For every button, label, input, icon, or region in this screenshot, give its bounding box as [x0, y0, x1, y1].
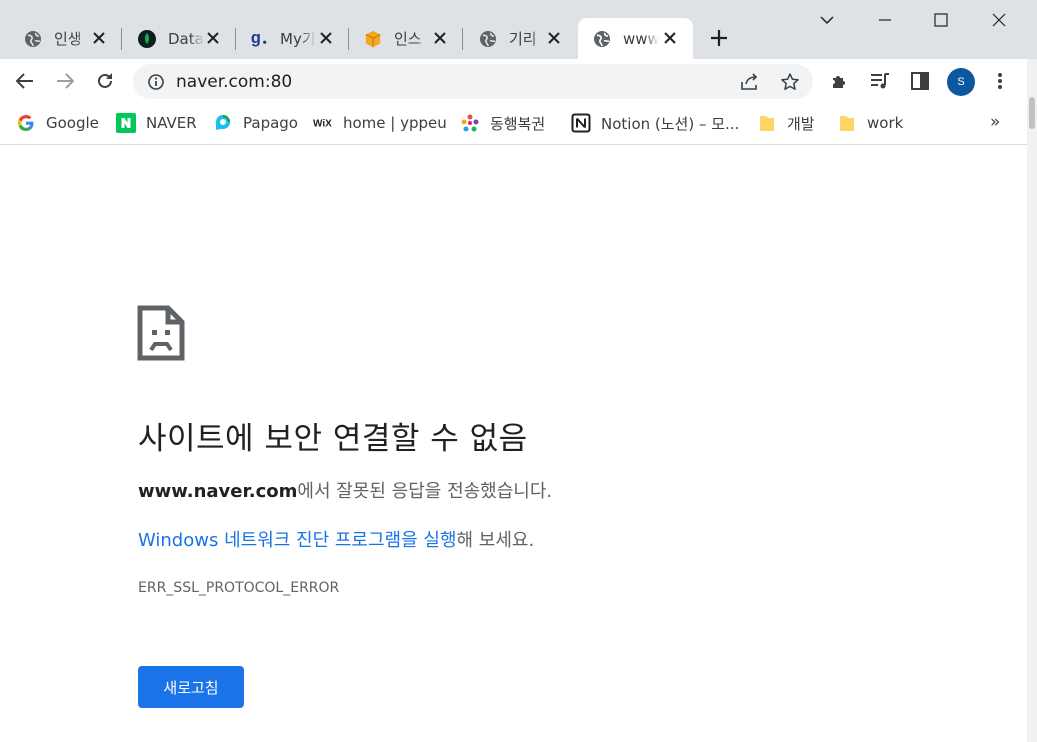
diagnostics-suffix: 해 보세요. — [456, 530, 535, 551]
more-menu-icon[interactable] — [988, 69, 1012, 93]
tab-2[interactable]: Data — [122, 18, 236, 59]
side-panel-icon[interactable] — [908, 69, 932, 93]
tab-title: My기 — [280, 30, 316, 48]
tab-title: 기리 — [509, 30, 537, 48]
bookmark-notion[interactable]: Notion (노션) – 모... — [571, 112, 739, 134]
url-text[interactable]: naver.com:80 — [176, 72, 292, 92]
vertical-scrollbar[interactable] — [1027, 59, 1037, 742]
globe-icon — [24, 30, 42, 48]
share-icon[interactable] — [738, 70, 762, 94]
bookmark-naver[interactable]: NAVER — [116, 112, 197, 134]
diagnostics-suggestion: Windows 네트워크 진단 프로그램을 실행해 보세요. — [138, 526, 534, 552]
diagnostics-link[interactable]: Windows 네트워크 진단 프로그램을 실행 — [138, 530, 457, 551]
extensions-puzzle-icon[interactable] — [828, 69, 852, 93]
tab-title: www — [623, 29, 659, 48]
bookmark-label: Google — [46, 114, 99, 132]
maximize-icon[interactable] — [929, 8, 953, 32]
tab-5[interactable]: 기리 — [463, 18, 577, 59]
bookmark-label: NAVER — [146, 114, 197, 132]
forward-arrow-icon[interactable] — [53, 69, 77, 93]
bookmark-label: home | yppeu — [343, 114, 447, 132]
tab-3[interactable]: g My기 — [236, 18, 349, 59]
bookmarks-overflow-chevron[interactable]: » — [990, 112, 1000, 132]
media-queue-icon[interactable] — [868, 69, 892, 93]
address-bar[interactable]: naver.com:80 — [133, 64, 813, 99]
close-window-icon[interactable] — [987, 8, 1011, 32]
mongodb-leaf-icon — [138, 29, 156, 48]
close-tab-icon[interactable] — [90, 29, 108, 47]
globe-icon — [479, 30, 497, 48]
bookmark-folder-dev[interactable]: 개발 — [757, 112, 815, 134]
bookmarks-bar: Google NAVER Papago WiX home | yppeu 동행복… — [0, 104, 1037, 145]
google-icon — [16, 113, 36, 133]
tab-title: Data — [168, 29, 204, 48]
g-logo-icon: g — [250, 29, 268, 48]
scrollbar-thumb[interactable] — [1029, 97, 1035, 129]
folder-icon — [837, 113, 857, 133]
tab-6-active[interactable]: www — [578, 18, 693, 59]
reload-icon[interactable] — [93, 69, 117, 93]
error-message: 에서 잘못된 응답을 전송했습니다. — [297, 481, 553, 502]
box-icon — [364, 30, 382, 48]
svg-text:WiX: WiX — [313, 119, 332, 129]
lottery-icon — [460, 113, 480, 133]
bookmark-lottery[interactable]: 동행복권 — [460, 112, 545, 134]
tab-title: 인생 — [54, 30, 82, 48]
svg-text:g: g — [251, 29, 261, 47]
bookmark-label: Notion (노션) – 모... — [601, 114, 740, 133]
bookmark-label: 동행복권 — [490, 114, 546, 133]
bookmark-folder-work[interactable]: work — [837, 112, 903, 134]
reload-button[interactable]: 새로고침 — [138, 666, 244, 708]
error-page: 사이트에 보안 연결할 수 없음 www.naver.com에서 잘못된 응답을… — [0, 145, 1027, 742]
bookmark-yppeu[interactable]: WiX home | yppeu — [313, 112, 447, 134]
bookmark-star-icon[interactable] — [778, 70, 802, 94]
back-arrow-icon[interactable] — [13, 69, 37, 93]
bookmark-label: Papago — [243, 114, 298, 132]
bookmark-label: work — [867, 114, 904, 132]
close-tab-icon[interactable] — [545, 29, 563, 47]
naver-icon — [116, 113, 136, 133]
notion-icon — [571, 113, 591, 133]
tab-title: 인스 — [394, 30, 422, 48]
bookmark-papago[interactable]: Papago — [213, 112, 298, 134]
wix-icon: WiX — [313, 113, 333, 133]
error-heading: 사이트에 보안 연결할 수 없음 — [138, 421, 528, 457]
close-tab-icon[interactable] — [317, 29, 335, 47]
close-tab-icon[interactable] — [661, 29, 679, 47]
tab-1[interactable]: 인생 — [0, 18, 122, 59]
tab-search-chevron-icon[interactable] — [815, 8, 839, 32]
folder-icon — [757, 113, 777, 133]
globe-icon — [593, 30, 611, 48]
minimize-icon[interactable] — [873, 8, 897, 32]
new-tab-icon[interactable] — [707, 26, 731, 50]
profile-avatar[interactable]: S — [947, 68, 975, 96]
error-code: ERR_SSL_PROTOCOL_ERROR — [138, 580, 340, 596]
close-tab-icon[interactable] — [204, 29, 222, 47]
bookmark-google[interactable]: Google — [16, 112, 99, 134]
tab-strip: 인생 Data g My기 인스 기리 www — [0, 0, 1037, 59]
info-icon[interactable] — [144, 70, 168, 94]
papago-icon — [213, 113, 233, 133]
error-detail: www.naver.com에서 잘못된 응답을 전송했습니다. — [138, 477, 552, 503]
browser-toolbar: naver.com:80 S — [0, 59, 1037, 104]
sad-file-icon — [137, 305, 185, 365]
bookmark-label: 개발 — [787, 114, 815, 133]
error-host: www.naver.com — [138, 481, 298, 502]
tab-4[interactable]: 인스 — [349, 18, 463, 59]
close-tab-icon[interactable] — [431, 29, 449, 47]
